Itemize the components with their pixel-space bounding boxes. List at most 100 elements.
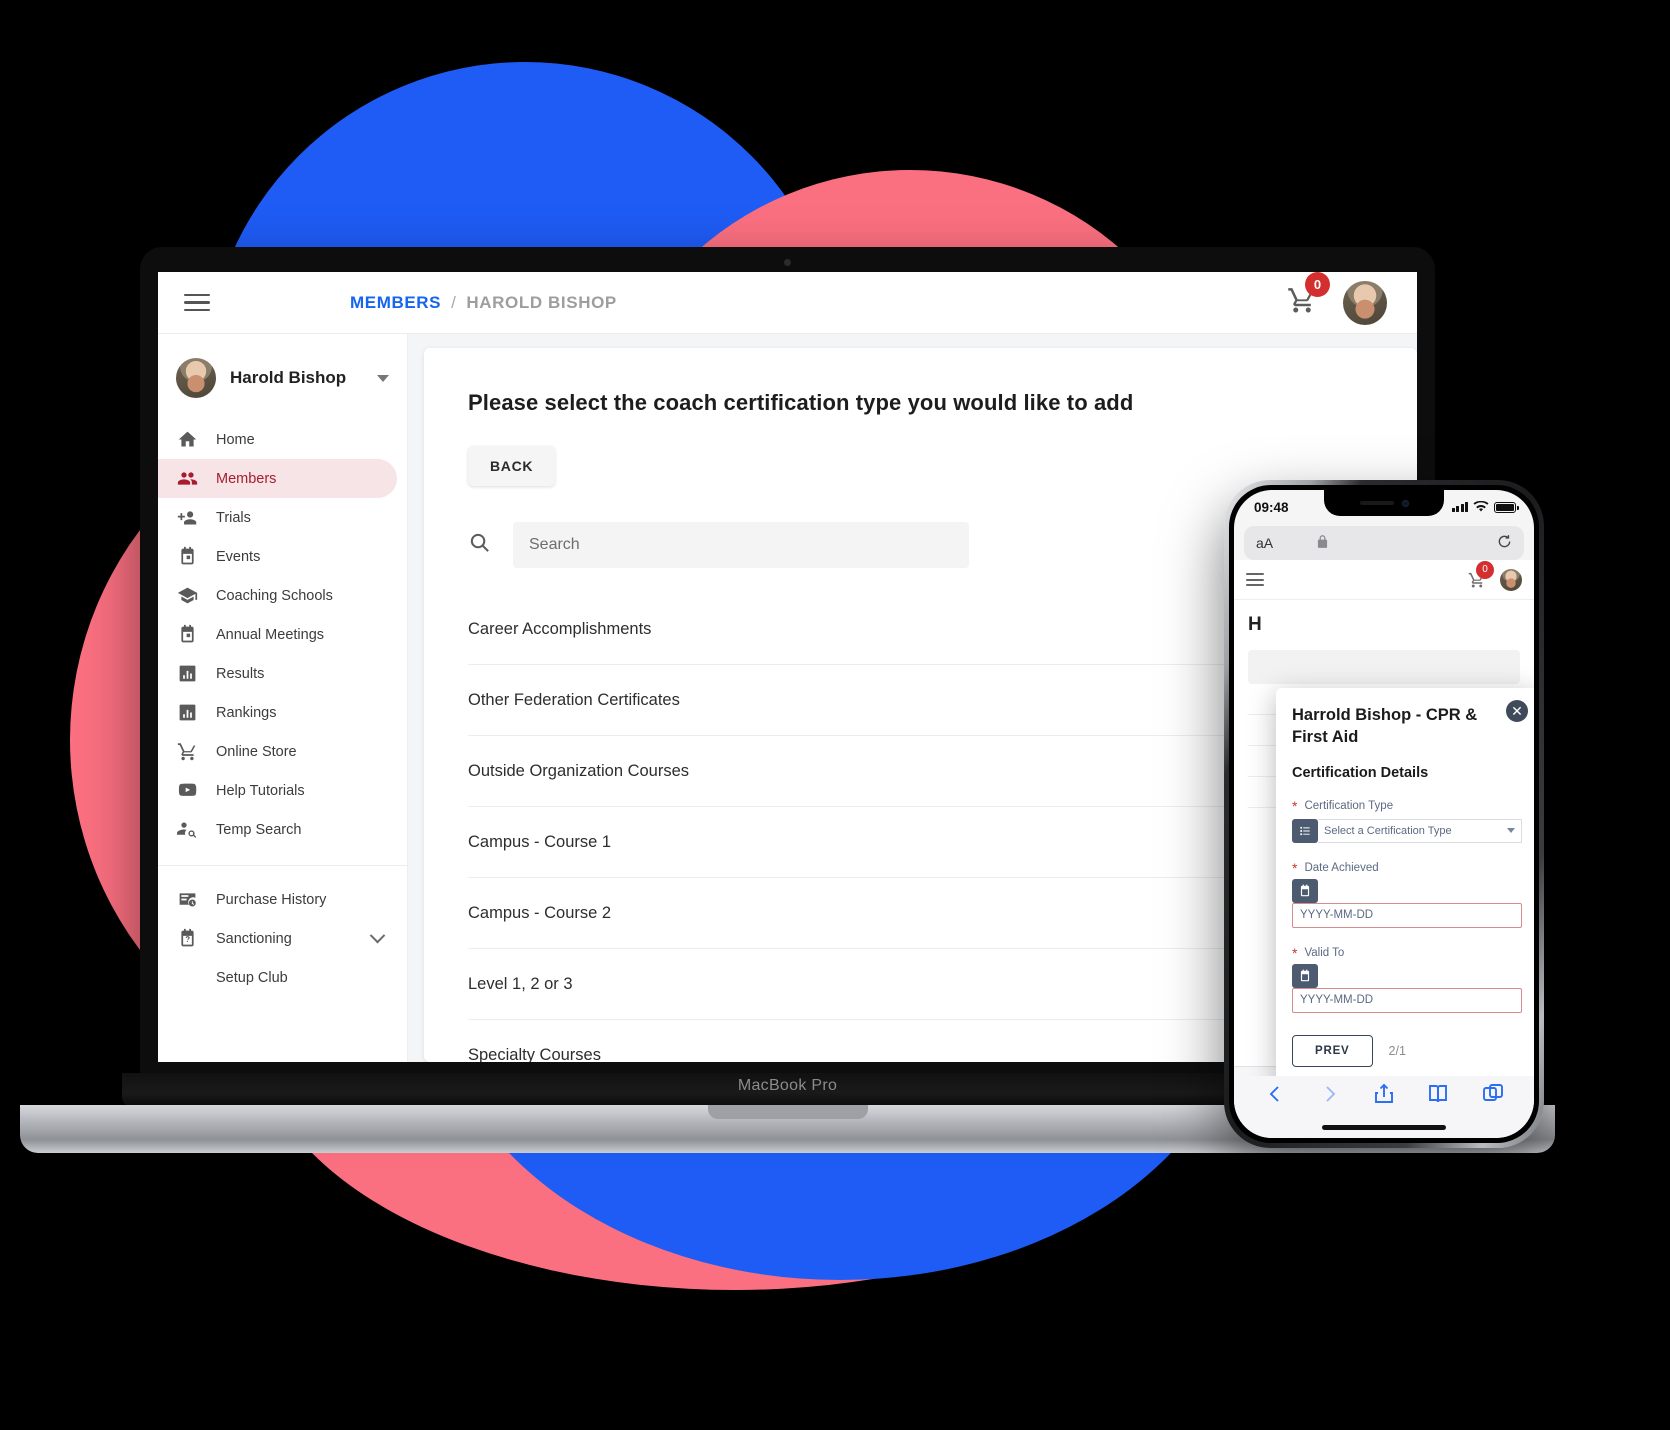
- required-marker: *: [1292, 944, 1298, 961]
- back-button[interactable]: BACK: [468, 446, 556, 486]
- text-size-button[interactable]: aA: [1256, 535, 1273, 551]
- laptop-camera: [784, 259, 791, 266]
- label-text: Valid To: [1304, 946, 1345, 959]
- cart-icon: [176, 741, 198, 763]
- sidebar-profile-name: Harold Bishop: [230, 368, 347, 387]
- sidebar-item-online-store[interactable]: Online Store: [158, 732, 397, 771]
- sidebar-item-sanctioning[interactable]: Sanctioning: [158, 919, 397, 958]
- modal-title: Harrold Bishop - CPR & First Aid: [1292, 706, 1478, 747]
- date-achieved-input[interactable]: [1292, 902, 1522, 928]
- sidebar-item-coaching-schools[interactable]: Coaching Schools: [158, 576, 397, 615]
- chevron-down-icon[interactable]: [369, 927, 386, 944]
- safari-address-bar[interactable]: aA: [1244, 526, 1524, 560]
- placeholder-block: [1248, 650, 1520, 684]
- breadcrumb: MEMBERS / HAROLD BISHOP: [350, 293, 617, 313]
- sidebar-item-home[interactable]: Home: [158, 420, 397, 459]
- phone-notch: [1324, 490, 1444, 516]
- list-icon: [1292, 818, 1318, 843]
- breadcrumb-members[interactable]: MEMBERS: [350, 293, 441, 313]
- certification-modal: ✕ Harrold Bishop - CPR & First Aid Certi…: [1276, 688, 1534, 1076]
- sidebar-label-members: Members: [216, 470, 277, 487]
- hamburger-icon[interactable]: [184, 289, 210, 317]
- sidebar-label-trials: Trials: [216, 509, 251, 526]
- tabs-icon[interactable]: [1481, 1082, 1505, 1111]
- sidebar-item-temp-search[interactable]: Temp Search: [158, 810, 397, 849]
- status-time: 09:48: [1254, 499, 1289, 515]
- cellular-signal-icon: [1451, 502, 1468, 512]
- valid-to-input[interactable]: [1292, 987, 1522, 1013]
- sidebar-item-help-tutorials[interactable]: Help Tutorials: [158, 771, 397, 810]
- book-icon[interactable]: [1426, 1082, 1450, 1111]
- phone-frame: 09:48 aA 0 H ✕ Harrold Bishop - CPR & Fi…: [1224, 480, 1544, 1148]
- graduation-cap-icon: [176, 585, 198, 607]
- label-text: Date Achieved: [1304, 861, 1379, 874]
- receipt-clock-icon: [176, 889, 198, 911]
- calendar-icon[interactable]: [1292, 878, 1318, 903]
- cart-button[interactable]: 0: [1287, 272, 1330, 320]
- certification-type-select-group[interactable]: Select a Certification Type: [1292, 818, 1522, 843]
- prev-button[interactable]: PREV: [1292, 1034, 1373, 1067]
- wifi-icon: [1473, 501, 1489, 512]
- sidebar-label-events: Events: [216, 548, 261, 565]
- sidebar-item-results[interactable]: Results: [158, 654, 397, 693]
- sidebar-divider: [158, 865, 407, 866]
- modal-subtitle: Certification Details: [1292, 764, 1429, 781]
- certification-type-select[interactable]: Select a Certification Type: [1318, 818, 1522, 843]
- reload-icon[interactable]: [1497, 534, 1512, 552]
- sidebar-profile[interactable]: Harold Bishop: [158, 342, 407, 420]
- bar-chart-icon: [176, 663, 198, 685]
- youtube-icon: [176, 780, 198, 802]
- chevron-down-icon[interactable]: [377, 374, 389, 382]
- laptop-notch: [707, 1105, 868, 1119]
- cart-badge: 0: [1305, 272, 1330, 297]
- sidebar-label-setup-club: Setup Club: [216, 969, 288, 986]
- avatar[interactable]: [1500, 568, 1522, 591]
- calendar-icon[interactable]: [1292, 963, 1318, 988]
- hamburger-icon[interactable]: [1246, 570, 1264, 590]
- chevron-left-icon[interactable]: [1263, 1082, 1287, 1111]
- modal-footer: PREV 2/1: [1292, 1034, 1522, 1076]
- sidebar-item-events[interactable]: Events: [158, 537, 397, 576]
- page-title: Please select the coach certification ty…: [468, 390, 1134, 415]
- sidebar-item-setup-club[interactable]: Setup Club: [158, 958, 397, 997]
- sidebar-label-purchase-history: Purchase History: [216, 891, 327, 908]
- sidebar-label-sanctioning: Sanctioning: [216, 930, 292, 947]
- close-icon[interactable]: ✕: [1506, 700, 1528, 722]
- status-icons: [1451, 501, 1519, 513]
- calendar-question-icon: [176, 928, 198, 950]
- sidebar-item-annual-meetings[interactable]: Annual Meetings: [158, 615, 397, 654]
- sidebar-label-rankings: Rankings: [216, 704, 277, 721]
- chevron-right-icon[interactable]: [1318, 1082, 1342, 1111]
- share-icon[interactable]: [1372, 1082, 1396, 1111]
- phone-topbar-actions: 0: [1468, 560, 1522, 591]
- date-achieved-group: [1292, 878, 1522, 928]
- sidebar-item-purchase-history[interactable]: Purchase History: [158, 880, 397, 919]
- phone-bezel: 09:48 aA 0 H ✕ Harrold Bishop - CPR & Fi…: [1229, 485, 1539, 1143]
- page-counter: 2/1: [1388, 1043, 1406, 1058]
- search-input[interactable]: [513, 522, 969, 568]
- sidebar-avatar: [176, 358, 216, 398]
- person-add-icon: [176, 507, 198, 529]
- phone-page-heading: H: [1248, 614, 1262, 635]
- sidebar: Harold Bishop Home Members Trials Events…: [158, 334, 408, 1062]
- sidebar-item-rankings[interactable]: Rankings: [158, 693, 397, 732]
- lock-icon: [1317, 535, 1328, 551]
- screenshot-root: MEMBERS / HAROLD BISHOP 0 Harold Bishop …: [0, 0, 1670, 1430]
- person-search-icon: [176, 819, 198, 841]
- sidebar-item-members[interactable]: Members: [158, 459, 397, 498]
- sidebar-item-trials[interactable]: Trials: [158, 498, 397, 537]
- selected-value: Select a Certification Type: [1324, 824, 1452, 837]
- avatar[interactable]: [1343, 280, 1387, 325]
- required-marker: *: [1292, 859, 1298, 876]
- search-icon: [468, 531, 491, 559]
- calendar-icon: [176, 624, 198, 646]
- topbar-actions: 0: [1287, 272, 1395, 325]
- home-icon: [176, 429, 198, 451]
- required-marker: *: [1292, 797, 1298, 814]
- calendar-icon: [176, 546, 198, 568]
- breadcrumb-separator: /: [451, 292, 457, 312]
- field-label-date-achieved: * Date Achieved: [1292, 861, 1522, 875]
- blank-icon: [176, 967, 198, 989]
- valid-to-group: [1292, 963, 1522, 1013]
- people-icon: [176, 468, 198, 490]
